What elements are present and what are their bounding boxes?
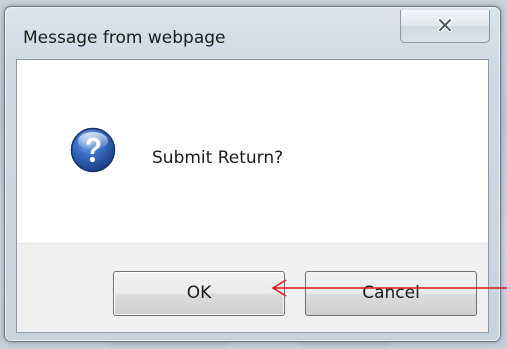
message-text: Submit Return?: [152, 148, 284, 168]
close-icon: [438, 18, 452, 33]
close-button[interactable]: [400, 10, 490, 43]
button-bar: OK Cancel: [17, 243, 488, 332]
message-area: Submit Return?: [17, 60, 488, 243]
message-dialog: Message from webpage Submit Return? OK C…: [4, 6, 501, 342]
dialog-title: Message from webpage: [23, 28, 226, 48]
question-icon: [70, 127, 116, 173]
ok-button[interactable]: OK: [113, 271, 285, 316]
cancel-button[interactable]: Cancel: [305, 271, 477, 316]
dialog-content: Submit Return? OK Cancel: [16, 59, 489, 333]
